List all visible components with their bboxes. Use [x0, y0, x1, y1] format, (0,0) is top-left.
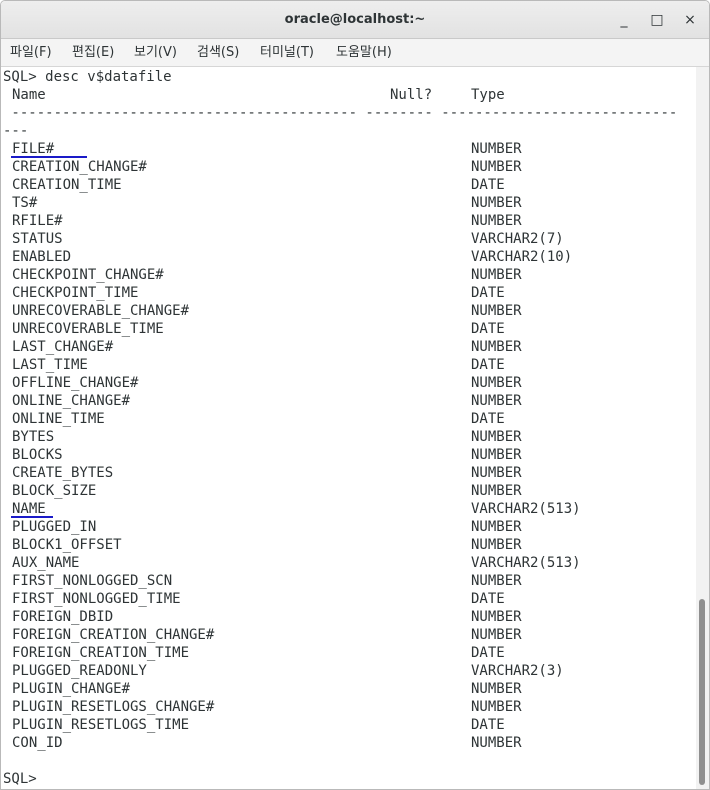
column-name: CREATION_TIME [12, 177, 122, 193]
column-type: NUMBER [471, 699, 522, 715]
column-type: NUMBER [471, 339, 522, 355]
column-type: VARCHAR2(10) [471, 249, 573, 265]
title-bar[interactable]: oracle@localhost:~ _ □ × [1, 1, 709, 39]
column-type: NUMBER [471, 267, 522, 283]
column-type: NUMBER [471, 213, 522, 229]
minimize-icon: _ [620, 12, 628, 28]
column-name: PLUGIN_RESETLOGS_CHANGE# [12, 699, 215, 715]
scrollbar-thumb[interactable] [699, 599, 705, 785]
column-name: FILE# [12, 141, 55, 157]
command-line: SQL> desc v$datafile [3, 69, 172, 85]
terminal-output[interactable]: SQL> desc v$datafile Name Null? Type ---… [1, 67, 695, 789]
column-name: FOREIGN_CREATION_TIME [12, 645, 190, 661]
column-name: CON_ID [12, 735, 63, 751]
column-name: PLUGIN_CHANGE# [12, 681, 131, 697]
menu-bar: 파일(F) 편집(E) 보기(V) 검색(S) 터미널(T) 도움말(H) [1, 39, 709, 67]
column-type: DATE [471, 411, 505, 427]
column-name: LAST_CHANGE# [12, 339, 114, 355]
column-type: NUMBER [471, 735, 522, 751]
column-name: FOREIGN_DBID [12, 609, 114, 625]
header-type: Type [471, 87, 505, 103]
column-name: AUX_NAME [12, 555, 80, 571]
column-name: BLOCK_SIZE [12, 483, 97, 499]
column-type: VARCHAR2(3) [471, 663, 564, 679]
column-type: NUMBER [471, 141, 522, 157]
menu-view[interactable]: 보기(V) [134, 39, 177, 66]
column-type: NUMBER [471, 465, 522, 481]
column-type: NUMBER [471, 429, 522, 445]
column-type: NUMBER [471, 681, 522, 697]
column-name: FOREIGN_CREATION_CHANGE# [12, 627, 215, 643]
header-null: Null? [390, 87, 433, 103]
column-type: DATE [471, 645, 505, 661]
column-name: UNRECOVERABLE_CHANGE# [12, 303, 190, 319]
column-type: NUMBER [471, 195, 522, 211]
column-name: FIRST_NONLOGGED_SCN [12, 573, 173, 589]
separator-wrap: --- [3, 123, 29, 139]
column-name: RFILE# [12, 213, 63, 229]
column-type: DATE [471, 285, 505, 301]
column-type: NUMBER [471, 303, 522, 319]
column-name: ONLINE_CHANGE# [12, 393, 131, 409]
sql-prompt: SQL> [3, 771, 37, 787]
column-name: NAME [12, 501, 46, 517]
column-type: NUMBER [471, 537, 522, 553]
column-type: NUMBER [471, 609, 522, 625]
separator-line: ----------------------------------------… [3, 105, 678, 121]
maximize-icon: □ [650, 12, 664, 28]
column-name: ENABLED [12, 249, 72, 265]
column-type: DATE [471, 321, 505, 337]
menu-help[interactable]: 도움말(H) [336, 39, 392, 66]
column-name: PLUGGED_IN [12, 519, 97, 535]
column-type: NUMBER [471, 159, 522, 175]
column-name: UNRECOVERABLE_TIME [12, 321, 164, 337]
column-type: DATE [471, 717, 505, 733]
column-name: CHECKPOINT_TIME [12, 285, 139, 301]
column-type: NUMBER [471, 519, 522, 535]
column-type: VARCHAR2(513) [471, 501, 581, 517]
column-type: NUMBER [471, 483, 522, 499]
column-name: STATUS [12, 231, 63, 247]
window-title: oracle@localhost:~ [284, 12, 426, 27]
column-name: CREATION_CHANGE# [12, 159, 147, 175]
column-type: DATE [471, 177, 505, 193]
column-type: VARCHAR2(513) [471, 555, 581, 571]
column-name: PLUGIN_RESETLOGS_TIME [12, 717, 190, 733]
column-type: DATE [471, 591, 505, 607]
menu-edit[interactable]: 편집(E) [72, 39, 114, 66]
column-name: BYTES [12, 429, 55, 445]
column-name: BLOCKS [12, 447, 63, 463]
column-type: NUMBER [471, 375, 522, 391]
column-type: NUMBER [471, 393, 522, 409]
minimize-button[interactable]: _ [613, 9, 635, 31]
menu-search[interactable]: 검색(S) [197, 39, 239, 66]
column-type: DATE [471, 357, 505, 373]
close-icon: × [684, 12, 696, 28]
menu-file[interactable]: 파일(F) [10, 39, 52, 66]
column-name: ONLINE_TIME [12, 411, 105, 427]
column-name: LAST_TIME [12, 357, 88, 373]
column-type: NUMBER [471, 447, 522, 463]
column-name: CHECKPOINT_CHANGE# [12, 267, 164, 283]
column-type: NUMBER [471, 573, 522, 589]
header-name: Name [12, 87, 46, 103]
column-name: PLUGGED_READONLY [12, 663, 147, 679]
column-name: FIRST_NONLOGGED_TIME [12, 591, 181, 607]
column-name: TS# [12, 195, 38, 211]
column-type: VARCHAR2(7) [471, 231, 564, 247]
column-name: CREATE_BYTES [12, 465, 114, 481]
maximize-button[interactable]: □ [646, 9, 668, 31]
close-button[interactable]: × [679, 9, 701, 31]
column-name: BLOCK1_OFFSET [12, 537, 122, 553]
vertical-scrollbar[interactable] [696, 67, 709, 789]
column-type: NUMBER [471, 627, 522, 643]
column-name: OFFLINE_CHANGE# [12, 375, 139, 391]
terminal-window: oracle@localhost:~ _ □ × 파일(F) 편집(E) 보기(… [0, 0, 710, 790]
menu-terminal[interactable]: 터미널(T) [260, 39, 314, 66]
